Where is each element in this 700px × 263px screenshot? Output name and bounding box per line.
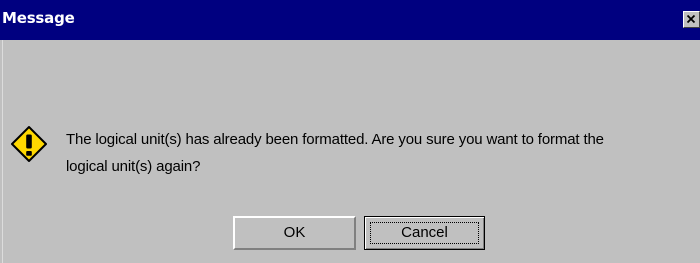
close-icon: [686, 14, 696, 24]
cancel-button-label: Cancel: [401, 224, 448, 241]
message-line-1: The logical unit(s) has already been for…: [66, 131, 604, 148]
title-bar[interactable]: Message: [0, 0, 700, 40]
window-title: Message: [2, 9, 75, 27]
message-dialog: Message The logical unit(s) has already …: [0, 0, 700, 263]
warning-icon: [11, 126, 47, 162]
message-text: The logical unit(s) has already been for…: [66, 126, 696, 180]
ok-button-label: OK: [283, 224, 306, 241]
cancel-button[interactable]: Cancel: [364, 216, 485, 250]
message-line-2: logical unit(s) again?: [66, 158, 201, 175]
close-button[interactable]: [683, 11, 700, 28]
ok-button[interactable]: OK: [233, 216, 356, 250]
